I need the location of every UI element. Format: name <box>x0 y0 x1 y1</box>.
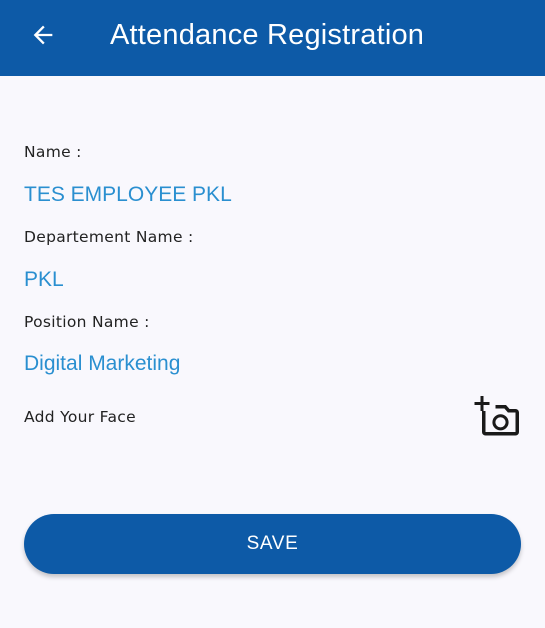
position-value: Digital Marketing <box>24 352 181 375</box>
name-value: TES EMPLOYEE PKL <box>24 183 232 206</box>
app-bar: Attendance Registration <box>0 0 545 76</box>
save-button-label: SAVE <box>246 533 299 554</box>
back-button[interactable] <box>26 18 60 52</box>
department-label: Departement Name : <box>24 228 194 246</box>
department-value: PKL <box>24 268 64 291</box>
attendance-registration-screen: Attendance Registration Name : TES EMPLO… <box>0 0 545 628</box>
add-face-button[interactable] <box>474 396 522 438</box>
name-label: Name : <box>24 143 82 161</box>
arrow-left-icon <box>33 25 53 45</box>
save-button[interactable]: SAVE <box>24 514 521 574</box>
add-face-label: Add Your Face <box>24 408 136 426</box>
add-a-photo-icon <box>474 396 519 436</box>
page-title: Attendance Registration <box>110 19 425 51</box>
position-label: Position Name : <box>24 313 150 331</box>
